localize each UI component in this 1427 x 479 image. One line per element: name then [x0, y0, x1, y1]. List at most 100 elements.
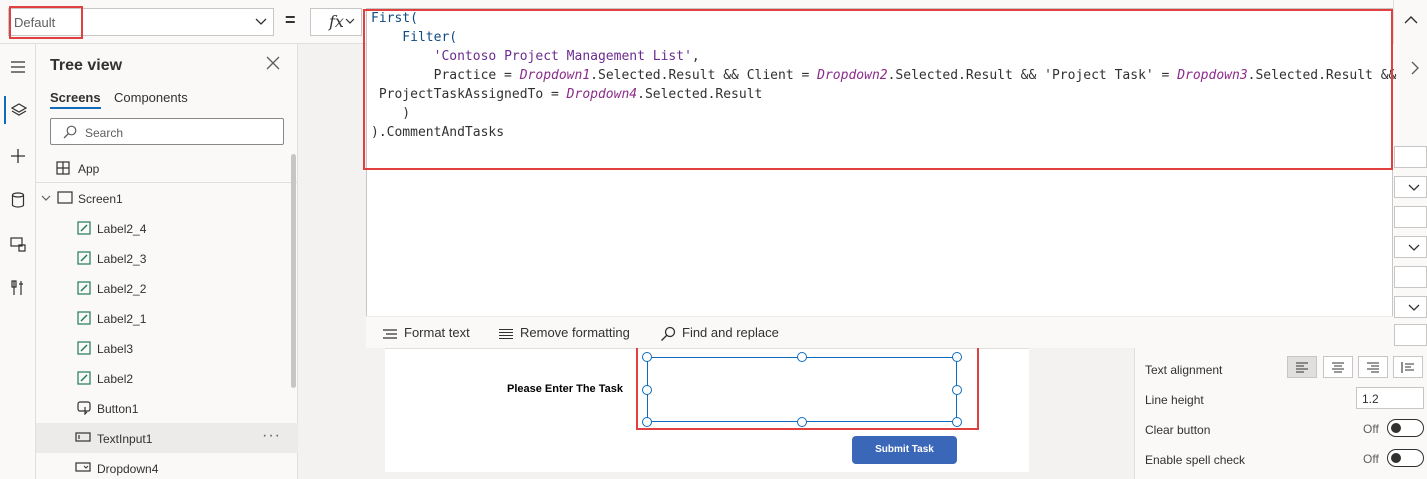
- remove-formatting-label: Remove formatting: [520, 325, 630, 340]
- tree-item-label: Label2_3: [97, 252, 147, 266]
- tab-components[interactable]: Components: [114, 90, 188, 105]
- tree-item-button1[interactable]: Button1: [36, 393, 298, 423]
- align-right-icon: [1367, 362, 1379, 373]
- tree-item-textinput1[interactable]: TextInput1 ···: [36, 423, 298, 453]
- more-options-icon[interactable]: ···: [262, 427, 281, 445]
- align-right-button[interactable]: [1358, 356, 1388, 378]
- expand-panel-button[interactable]: [1396, 50, 1427, 86]
- tree-view-title: Tree view: [50, 57, 123, 74]
- tree-search-input[interactable]: Search: [50, 118, 284, 145]
- tools-icon[interactable]: [4, 274, 32, 302]
- line-height-input[interactable]: 1.2: [1356, 387, 1424, 409]
- property-dropdown[interactable]: [1394, 296, 1427, 318]
- tree-view-panel: Tree view Screens Components Search App …: [36, 44, 298, 479]
- remove-formatting-button[interactable]: Remove formatting: [498, 325, 630, 340]
- task-label: Please Enter The Task: [507, 383, 623, 395]
- align-left-button[interactable]: [1287, 356, 1317, 378]
- clear-button-state: Off: [1363, 422, 1379, 436]
- chevron-down-icon[interactable]: [41, 194, 51, 202]
- tree-item-label: Button1: [97, 402, 139, 416]
- spell-check-label: Enable spell check: [1145, 453, 1246, 467]
- align-justify-button[interactable]: [1393, 356, 1423, 378]
- tree-item-label2-3[interactable]: Label2_3: [36, 243, 298, 273]
- tab-screens[interactable]: Screens: [50, 90, 101, 109]
- tree-item-label: Label3: [97, 342, 134, 356]
- tree-item-label: Label2_2: [97, 282, 147, 296]
- format-text-icon: [383, 328, 397, 339]
- tree-item-label2-1[interactable]: Label2_1: [36, 303, 298, 333]
- close-icon[interactable]: [266, 56, 280, 70]
- toggle-knob: [1391, 453, 1401, 463]
- search-icon: [63, 125, 77, 139]
- tree-item-label: App: [78, 162, 100, 176]
- text-input-icon: [75, 432, 91, 442]
- clear-button-toggle[interactable]: [1387, 419, 1424, 437]
- chevron-down-icon: [1408, 184, 1420, 191]
- line-height-label: Line height: [1145, 393, 1204, 407]
- formula-highlight-box: [363, 9, 1393, 170]
- dropdown-control-icon: [75, 462, 91, 472]
- spell-check-toggle[interactable]: [1387, 449, 1424, 467]
- tree-item-screen1[interactable]: Screen1: [36, 183, 298, 213]
- tree-item-label: Dropdown4: [97, 462, 159, 476]
- tree-item-label: Label2_1: [97, 312, 147, 326]
- layers-icon[interactable]: [4, 96, 32, 124]
- left-rail: [0, 44, 36, 479]
- property-field[interactable]: [1394, 206, 1427, 228]
- chevron-right-icon: [1411, 61, 1419, 75]
- tree-item-dropdown4[interactable]: Dropdown4: [36, 453, 298, 479]
- align-center-button[interactable]: [1323, 356, 1353, 378]
- property-dropdown[interactable]: [1394, 236, 1427, 258]
- property-highlight-box: [9, 6, 83, 39]
- tree-item-label2-2[interactable]: Label2_2: [36, 273, 298, 303]
- align-center-icon: [1332, 362, 1344, 373]
- tree-item-label: Label2_4: [97, 222, 147, 236]
- tree-item-label: Label2: [97, 372, 134, 386]
- screen-icon: [57, 191, 73, 204]
- property-field[interactable]: [1394, 146, 1427, 168]
- align-justify-icon: [1401, 362, 1414, 373]
- fx-button[interactable]: fx: [310, 8, 362, 36]
- property-dropdown[interactable]: [1394, 176, 1427, 198]
- clear-button-label: Clear button: [1145, 423, 1211, 437]
- tree-item-label2[interactable]: Label2: [36, 363, 298, 393]
- plus-icon[interactable]: [4, 142, 32, 170]
- text-input-highlight-box: [636, 341, 979, 430]
- collapse-formula-button[interactable]: [1393, 0, 1427, 44]
- formula-toolbar: Format text Remove formatting Find and r…: [366, 316, 1393, 348]
- label-edit-icon: [77, 221, 91, 235]
- toggle-knob: [1391, 423, 1401, 433]
- tree-item-label: Screen1: [78, 192, 123, 206]
- chevron-up-icon: [1404, 16, 1418, 24]
- label-edit-icon: [77, 341, 91, 355]
- find-replace-label: Find and replace: [682, 325, 779, 340]
- tree-item-app[interactable]: App: [36, 153, 298, 183]
- label-edit-icon: [77, 311, 91, 325]
- equals-sign: =: [285, 10, 296, 30]
- tree-scrollbar[interactable]: [291, 154, 296, 388]
- text-alignment-label: Text alignment: [1145, 363, 1223, 377]
- menu-icon[interactable]: [4, 54, 32, 82]
- format-text-label: Format text: [404, 325, 470, 340]
- tree-item-label2-4[interactable]: Label2_4: [36, 213, 298, 243]
- media-icon[interactable]: [4, 230, 32, 258]
- database-icon[interactable]: [4, 186, 32, 214]
- tree-item-label3[interactable]: Label3: [36, 333, 298, 363]
- chevron-down-icon: [255, 18, 267, 25]
- label-edit-icon: [77, 251, 91, 265]
- label-edit-icon: [77, 371, 91, 385]
- find-replace-button[interactable]: Find and replace: [660, 325, 779, 342]
- format-text-button[interactable]: Format text: [382, 325, 470, 340]
- spell-check-state: Off: [1363, 452, 1379, 466]
- property-field[interactable]: [1394, 266, 1427, 288]
- chevron-down-icon: [1408, 304, 1420, 311]
- align-left-icon: [1296, 362, 1308, 373]
- label-edit-icon: [77, 281, 91, 295]
- tree-item-label: TextInput1: [97, 432, 153, 446]
- remove-formatting-icon: [499, 328, 513, 339]
- fx-icon: fx: [329, 12, 344, 31]
- property-field[interactable]: [1394, 324, 1427, 346]
- search-icon: [661, 326, 676, 341]
- chevron-down-icon: [1408, 244, 1420, 251]
- submit-task-button[interactable]: Submit Task: [852, 436, 957, 464]
